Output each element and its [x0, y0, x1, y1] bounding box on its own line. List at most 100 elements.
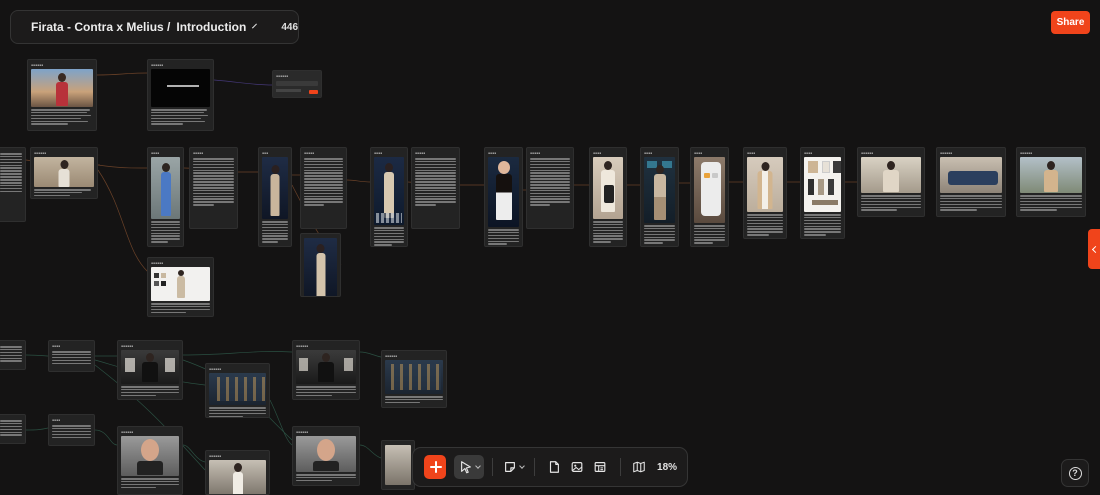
node-title-placeholder: ▪▪▪▪▪▪: [276, 74, 289, 78]
zoom-level[interactable]: 18%: [657, 462, 677, 473]
workflow-node[interactable]: ▪▪▪▪▪: [526, 147, 574, 229]
page-title[interactable]: Introduction: [176, 20, 246, 34]
workflow-node[interactable]: ▪▪▪▪▪▪: [292, 426, 360, 486]
workflow-node[interactable]: ▪▪▪▪▪▪: [30, 147, 98, 199]
document-button[interactable]: [542, 455, 564, 479]
node-text: [374, 227, 404, 246]
layout-button[interactable]: [589, 455, 611, 479]
node-text: [415, 158, 456, 206]
node-text: [804, 214, 841, 236]
node-title-placeholder: ▪▪▪▪: [593, 151, 602, 155]
sticky-note-icon: [504, 462, 515, 472]
workflow-node[interactable]: ▪▪▪▪▪: [189, 147, 238, 229]
node-text: [304, 158, 343, 206]
workflow-node[interactable]: ▪▪▪▪▪▪: [857, 147, 925, 217]
help-button[interactable]: ?: [1061, 459, 1089, 487]
workflow-node[interactable]: ▪▪▪▪▪: [300, 147, 347, 229]
node-image: [151, 69, 210, 107]
chevron-down-icon[interactable]: [252, 23, 258, 28]
node-title-placeholder: ▪▪▪▪▪▪: [31, 63, 44, 67]
image-button[interactable]: [565, 455, 589, 479]
node-text: [861, 195, 921, 212]
workflow-node[interactable]: ▪▪▪▪: [370, 147, 408, 247]
node-title-placeholder: ▪▪▪▪: [694, 151, 703, 155]
node-title-placeholder: ▪▪▪▪▪▪: [121, 430, 134, 434]
workflow-node[interactable]: ▪▪▪▪▪▪: [205, 363, 270, 418]
minimap-button[interactable]: [628, 455, 649, 479]
node-title-placeholder: ▪▪▪▪: [52, 344, 61, 348]
workflow-node[interactable]: ▪▪▪: [258, 147, 292, 247]
side-panel-toggle[interactable]: [1088, 229, 1100, 269]
project-breadcrumb[interactable]: Firata - Contra x Melius /: [31, 20, 170, 34]
workflow-node[interactable]: ▪▪▪▪: [743, 147, 787, 239]
workflow-node[interactable]: ▪▪▪▪▪▪: [936, 147, 1006, 217]
workflow-node[interactable]: ▪▪▪▪▪▪: [292, 340, 360, 400]
workflow-node[interactable]: ▪▪▪▪▪▪: [147, 59, 214, 131]
workflow-node[interactable]: ▪▪▪▪: [589, 147, 627, 247]
node-text: [593, 221, 623, 243]
workflow-node[interactable]: [0, 340, 26, 370]
plus-icon[interactable]: [424, 455, 447, 479]
node-text: [0, 153, 22, 193]
node-title-placeholder: ▪▪▪▪: [804, 151, 813, 155]
workflow-node[interactable]: ▪▪▪▪▪▪: [205, 450, 270, 495]
node-image: [296, 350, 356, 384]
workflow-node[interactable]: ▪▪▪▪▪▪: [147, 257, 214, 317]
divider: [492, 458, 494, 476]
node-text: [296, 386, 356, 397]
node-image: [262, 157, 288, 219]
node-image: [374, 157, 404, 225]
layout-icon: [594, 462, 606, 472]
node-title-placeholder: ▪▪▪▪: [151, 151, 160, 155]
pointer-tool-button[interactable]: [454, 455, 485, 479]
workflow-node[interactable]: [0, 414, 26, 444]
workflow-node[interactable]: ▪▪▪▪: [48, 414, 95, 446]
workflow-node[interactable]: ▪▪▪▪: [690, 147, 729, 247]
node-title-placeholder: ▪▪▪▪▪▪: [296, 430, 309, 434]
node-title-placeholder: ▪▪▪: [262, 151, 269, 155]
node-title-placeholder: ▪▪▪▪▪▪: [296, 344, 309, 348]
node-image: [209, 373, 266, 405]
workflow-node[interactable]: [381, 440, 415, 490]
node-text: [940, 195, 1002, 212]
node-title-placeholder: ▪▪▪▪: [644, 151, 653, 155]
chevron-down-icon: [519, 463, 525, 469]
divider: [619, 458, 621, 476]
workflow-node[interactable]: ▪▪▪▪▪▪: [1016, 147, 1086, 217]
node-image: [121, 436, 179, 476]
node-text: [151, 109, 210, 126]
node-text: [644, 225, 675, 244]
workflow-node[interactable]: [0, 147, 26, 222]
node-title-placeholder: ▪▪▪▪▪▪: [209, 454, 222, 458]
node-title-placeholder: ▪▪▪▪▪▪: [209, 367, 222, 371]
node-title-placeholder: ▪▪▪▪▪▪: [151, 63, 164, 67]
node-image: [34, 157, 94, 187]
workflow-node[interactable]: ▪▪▪▪▪▪: [27, 59, 97, 131]
workflow-node[interactable]: ▪▪▪▪: [147, 147, 184, 247]
node-text: [151, 303, 210, 314]
node-title-placeholder: ▪▪▪▪▪▪: [1020, 151, 1033, 155]
node-title-placeholder: ▪▪▪▪▪▪: [121, 344, 134, 348]
settings-node[interactable]: ▪▪▪▪▪▪: [272, 70, 322, 98]
workflow-node[interactable]: ▪▪▪▪▪▪: [117, 426, 183, 495]
workflow-node[interactable]: ▪▪▪▪: [800, 147, 845, 239]
sticky-note-button[interactable]: [501, 455, 525, 479]
workflow-node[interactable]: ▪▪▪▪▪▪: [117, 340, 183, 400]
workflow-node[interactable]: ▪▪▪▪▪: [411, 147, 460, 229]
node-image: [1020, 157, 1082, 193]
node-text: [0, 346, 22, 363]
credits-count: 446: [281, 21, 299, 33]
workflow-node[interactable]: ▪▪▪▪: [48, 340, 95, 372]
node-title-placeholder: ▪▪▪▪▪▪: [151, 261, 164, 265]
workflow-node[interactable]: ▪▪▪▪: [640, 147, 679, 247]
workflow-canvas[interactable]: ▪▪▪▪▪▪ ▪▪▪▪▪▪ ▪▪▪▪▪▪ ▪▪▪▪▪▪ ▪▪▪▪ ▪▪▪▪▪ ▪…: [0, 0, 1100, 495]
node-text: [385, 396, 443, 404]
share-button[interactable]: Share: [1051, 11, 1090, 34]
node-image: [304, 238, 337, 296]
workflow-node[interactable]: [300, 233, 341, 297]
node-image: [151, 157, 180, 219]
divider: [533, 458, 535, 476]
workflow-node[interactable]: ▪▪▪▪: [484, 147, 523, 247]
node-title-placeholder: ▪▪▪▪▪▪: [940, 151, 953, 155]
workflow-node[interactable]: ▪▪▪▪▪▪: [381, 350, 447, 408]
